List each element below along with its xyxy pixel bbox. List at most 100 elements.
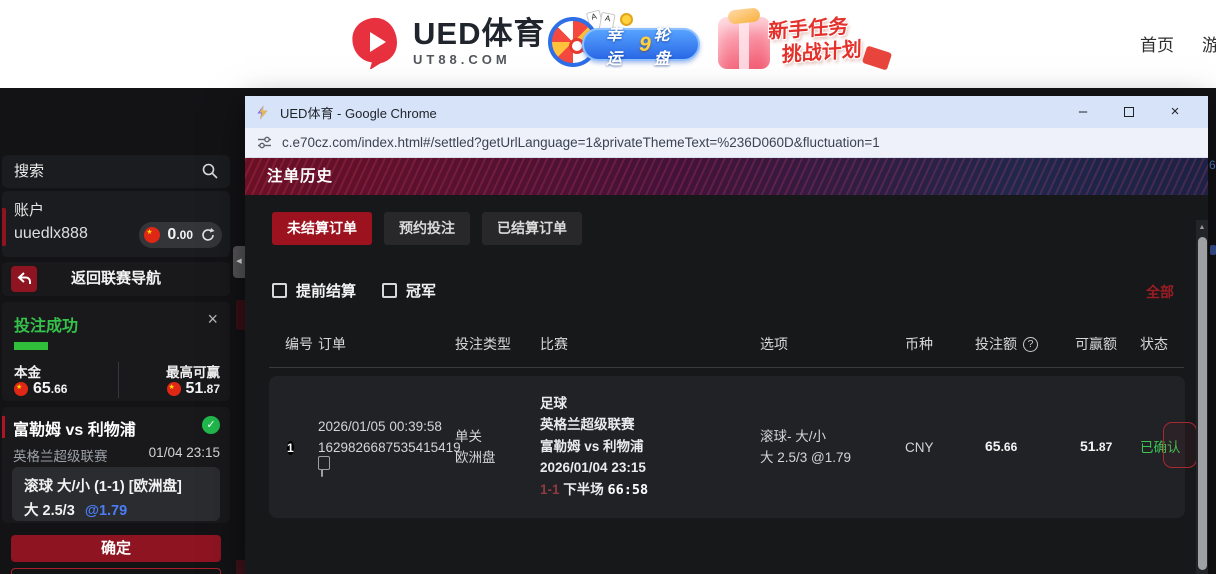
account-label: 账户 <box>14 202 45 219</box>
close-icon[interactable]: × <box>207 309 218 330</box>
live-score: 1-1 <box>540 481 560 497</box>
address-bar[interactable]: c.e70cz.com/index.html#/settled?getUrlLa… <box>245 128 1208 158</box>
cny-flag-icon <box>166 382 181 396</box>
hidden-content-fragment <box>236 300 245 330</box>
col-stake: 投注额? <box>970 334 1070 354</box>
newbie-task-banner[interactable]: 新手任务 挑战计划 <box>716 9 911 79</box>
url-text[interactable]: c.e70cz.com/index.html#/settled?getUrlLa… <box>282 135 880 150</box>
selection-odds: @1.79 <box>84 503 128 519</box>
balance-pill[interactable]: 0.00 <box>139 222 222 248</box>
market-type: 欧洲盘 <box>455 450 496 465</box>
bet-slip-card: 富勒姆 vs 利物浦 ✓ 英格兰超级联赛 01/04 23:15 滚球 大/小 … <box>2 407 230 523</box>
search-icon[interactable] <box>202 163 218 179</box>
checkbox-icon[interactable] <box>382 283 398 298</box>
progress-bar <box>14 342 48 350</box>
secondary-button-partial[interactable] <box>11 568 221 574</box>
refresh-icon[interactable] <box>200 227 216 243</box>
col-option: 选项 <box>760 336 788 352</box>
scrollbar[interactable]: ▲ <box>1196 220 1208 574</box>
wheel-banner-number: 9 <box>639 32 651 56</box>
row-action-button-partial[interactable] <box>1163 422 1197 468</box>
option-cell: 滚球- 大/小 大 2.5/3 @1.79 <box>755 426 900 468</box>
wheel-banner-text1: 幸运 <box>606 26 623 68</box>
lightning-favicon <box>257 104 268 120</box>
divider <box>118 362 119 398</box>
cny-flag-icon <box>144 227 161 243</box>
teams: 富勒姆 vs 利物浦 <box>540 438 644 454</box>
max-win-value: 51.87 <box>185 380 220 397</box>
match-accent-bar <box>2 416 5 438</box>
tab-reserved-bets[interactable]: 预约投注 <box>384 212 470 245</box>
scrollbar-thumb[interactable] <box>1197 237 1207 570</box>
col-order: 订单 <box>318 336 346 352</box>
bet-history-page: 注单历史 未结算订单 预约投注 已结算订单 提前结算 冠军 全部 编号 订单 投… <box>245 158 1208 574</box>
search-bar[interactable]: 搜索 <box>2 155 230 188</box>
back-to-league-nav-button[interactable]: 返回联赛导航 <box>2 262 230 296</box>
hidden-content-fragment <box>236 560 245 574</box>
all-link[interactable]: 全部 <box>1146 282 1174 302</box>
tune-icon[interactable] <box>257 135 272 150</box>
table-header: 编号 订单 投注类型 比赛 选项 币种 投注额? 可赢额 状态 <box>269 334 1184 368</box>
nav-item-games-partial[interactable]: 游 <box>1202 31 1216 56</box>
row-number-badge: 1 <box>287 440 294 455</box>
account-panel: 账户 uuedlx888 0.00 <box>2 191 230 257</box>
bet-type: 单关 <box>455 429 482 444</box>
match-cell: 足球 英格兰超级联赛 富勒姆 vs 利物浦 2026/01/04 23:15 1… <box>535 393 755 502</box>
red-envelope-icon <box>861 45 893 71</box>
col-match: 比赛 <box>540 336 568 352</box>
search-label: 搜索 <box>14 163 45 180</box>
page-title: 注单历史 <box>245 158 1208 195</box>
match-time: 01/04 23:15 <box>148 445 220 460</box>
match-time: 2026/01/04 23:15 <box>540 460 646 476</box>
check-circle-icon: ✓ <box>202 416 220 434</box>
window-title: UED体育 - Google Chrome <box>280 105 437 121</box>
minimize-button[interactable]: – <box>1060 96 1106 128</box>
selection-market: 滚球 大/小 (1-1) [欧洲盘] <box>24 479 182 495</box>
scroll-up-arrow[interactable]: ▲ <box>1196 220 1208 235</box>
match-period: 下半场 <box>563 481 604 497</box>
site-logo[interactable]: UED体育 UT88.COM <box>348 15 545 69</box>
balance-value: 0.00 <box>167 226 193 243</box>
order-cell: 2026/01/05 00:39:58 1629826687535415419 <box>313 416 461 479</box>
window-titlebar[interactable]: UED体育 - Google Chrome – × <box>245 96 1208 128</box>
checkbox-champion[interactable]: 冠军 <box>382 280 436 301</box>
copy-icon[interactable] <box>321 459 323 477</box>
site-header: UED体育 UT88.COM A A 幸运 9 轮盘 新手任务 挑战计划 首页 … <box>0 0 1216 88</box>
edge-content-fragment: 6 <box>1209 158 1216 172</box>
selection-pick: 大 2.5/3 <box>24 503 75 519</box>
currency-cell: CNY <box>905 439 934 455</box>
order-time: 2026/01/05 00:39:58 <box>318 418 442 434</box>
match-league: 英格兰超级联赛 <box>13 449 108 464</box>
potential-win-value: 51.87 <box>1080 438 1113 454</box>
tab-unsettled-orders[interactable]: 未结算订单 <box>272 212 372 245</box>
col-status: 状态 <box>1140 336 1168 352</box>
col-bet-type: 投注类型 <box>455 336 511 352</box>
brand-icon <box>352 17 397 69</box>
selection-box: 滚球 大/小 (1-1) [欧洲盘] 大 2.5/3 @1.79 <box>12 467 220 521</box>
col-win: 可赢额 <box>1075 336 1117 352</box>
nav-item-home[interactable]: 首页 <box>1140 31 1174 56</box>
screen: UED体育 UT88.COM A A 幸运 9 轮盘 新手任务 挑战计划 首页 … <box>0 0 1216 574</box>
confirm-button[interactable]: 确定 <box>11 535 221 562</box>
gift-icon <box>718 17 770 69</box>
brand-domain: UT88.COM <box>413 51 511 67</box>
lucky-wheel-banner[interactable]: A A 幸运 9 轮盘 <box>548 9 700 75</box>
close-button[interactable]: × <box>1152 96 1198 128</box>
col-number: 编号 <box>285 336 313 352</box>
bet-success-panel: 投注成功 × 本金 最高可赢 65.66 51.87 <box>2 302 230 401</box>
sidebar-collapse-handle[interactable]: ◀ <box>233 246 245 278</box>
account-accent-bar <box>2 208 6 246</box>
match-teams: 富勒姆 vs 利物浦 <box>13 422 136 439</box>
wheel-banner-text2: 轮盘 <box>653 26 670 68</box>
bet-type-cell: 单关 欧洲盘 <box>450 426 535 468</box>
brand-name: UED体育 <box>413 15 546 51</box>
order-id: 1629826687535415419 <box>318 439 461 455</box>
tab-settled-orders[interactable]: 已结算订单 <box>482 212 582 245</box>
checkbox-early-settlement[interactable]: 提前结算 <box>272 280 356 301</box>
checkbox-icon[interactable] <box>272 283 287 298</box>
help-icon[interactable]: ? <box>1023 336 1038 352</box>
table-row[interactable]: 1 2026/01/05 00:39:58 162982668753541541… <box>269 376 1197 518</box>
league: 英格兰超级联赛 <box>540 417 635 433</box>
maximize-button[interactable] <box>1106 96 1152 128</box>
match-clock: 66:58 <box>607 481 649 498</box>
